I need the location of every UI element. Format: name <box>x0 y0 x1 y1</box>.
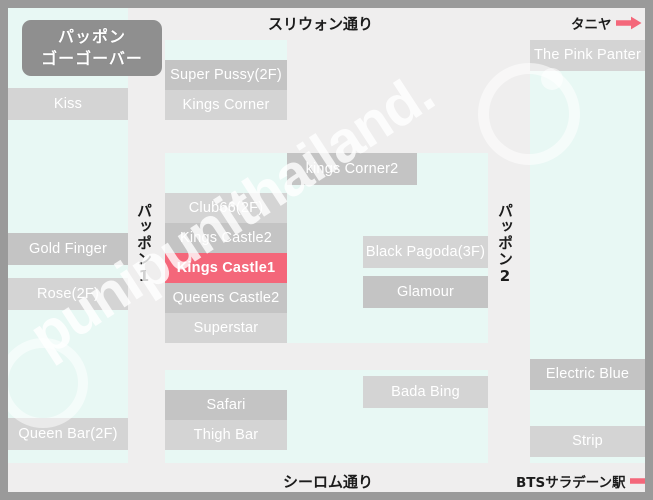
direction-label-thaniya: タニヤ <box>571 13 642 33</box>
bar-tile-club66-2f[interactable]: Club66(2F) <box>165 193 287 223</box>
direction-label-bts-saladaeng: BTSサラデーン駅 <box>516 471 645 491</box>
bar-label: Queen Bar(2F) <box>18 425 118 442</box>
lot-patpong2-east <box>530 40 645 463</box>
bar-label: Bada Bing <box>391 383 460 400</box>
bar-label: Superstar <box>193 319 259 336</box>
bar-tile-super-pussy-2f[interactable]: Super Pussy(2F) <box>165 60 287 90</box>
bar-tile-queen-bar-2f[interactable]: Queen Bar(2F) <box>8 418 128 450</box>
map-title-line2: ゴーゴーバー <box>41 49 143 68</box>
map-paper: Kiss Gold Finger Rose(2F) Queen Bar(2F) … <box>8 8 645 492</box>
street-label-suriwong: スリウォン通り <box>268 15 374 33</box>
bar-tile-black-pagoda-3f[interactable]: Black Pagoda(3F) <box>363 236 488 268</box>
bar-tile-gold-finger[interactable]: Gold Finger <box>8 233 128 265</box>
bar-tile-kiss[interactable]: Kiss <box>8 88 128 120</box>
bar-label: Safari <box>206 396 246 413</box>
bar-label: Kings Castle2 <box>179 229 273 246</box>
map-title-line1: パッポン <box>57 27 126 47</box>
bar-tile-queens-castle2[interactable]: Queens Castle2 <box>165 283 287 313</box>
direction-text: タニヤ <box>571 17 612 33</box>
bar-label: Strip <box>572 433 603 450</box>
bar-label: The Pink Panter <box>534 47 641 64</box>
right-arrow-icon <box>615 16 642 30</box>
street-label-silom: シーロム通り <box>283 473 374 491</box>
right-arrow-icon <box>629 474 645 488</box>
bar-tile-kings-castle1[interactable]: Kings Castle1 <box>165 253 287 283</box>
bar-tile-kings-corner[interactable]: Kings Corner <box>165 90 287 120</box>
bar-tile-the-pink-panter[interactable]: The Pink Panter <box>530 40 645 71</box>
bar-label: Kings Castle1 <box>176 259 276 276</box>
bar-tile-kings-castle2[interactable]: Kings Castle2 <box>165 223 287 253</box>
bar-label: Electric Blue <box>545 366 630 383</box>
bar-label: Thigh Bar <box>193 426 259 443</box>
bar-tile-kings-corner2[interactable]: kings Corner2 <box>287 153 417 185</box>
street-label-patpong1: パッポン1 <box>135 203 153 286</box>
bar-label: Super Pussy(2F) <box>170 66 282 83</box>
street-label-patpong2: パッポン2 <box>496 203 514 286</box>
bar-tile-bada-bing[interactable]: Bada Bing <box>363 376 488 408</box>
bar-label: Gold Finger <box>29 240 107 257</box>
map-title-plaque: パッポン ゴーゴーバー <box>22 20 162 76</box>
bar-label: Rose(2F) <box>36 285 100 302</box>
patpong-gogo-bar-map: Kiss Gold Finger Rose(2F) Queen Bar(2F) … <box>0 0 653 500</box>
bar-tile-thigh-bar[interactable]: Thigh Bar <box>165 420 287 450</box>
bar-label: Black Pagoda(3F) <box>365 243 486 260</box>
direction-text: BTSサラデーン駅 <box>516 475 626 491</box>
bar-label: Glamour <box>397 283 454 300</box>
bar-label: Queens Castle2 <box>172 289 280 306</box>
bar-label: Kings Corner <box>182 96 270 113</box>
bar-tile-safari[interactable]: Safari <box>165 390 287 420</box>
bar-tile-superstar[interactable]: Superstar <box>165 313 287 343</box>
bar-label: kings Corner2 <box>305 160 399 177</box>
bar-label: Kiss <box>53 95 83 112</box>
bar-tile-rose-2f[interactable]: Rose(2F) <box>8 278 128 310</box>
bar-label: Club66(2F) <box>188 199 264 216</box>
bar-tile-glamour[interactable]: Glamour <box>363 276 488 308</box>
bar-tile-electric-blue[interactable]: Electric Blue <box>530 359 645 390</box>
bar-tile-strip[interactable]: Strip <box>530 426 645 457</box>
